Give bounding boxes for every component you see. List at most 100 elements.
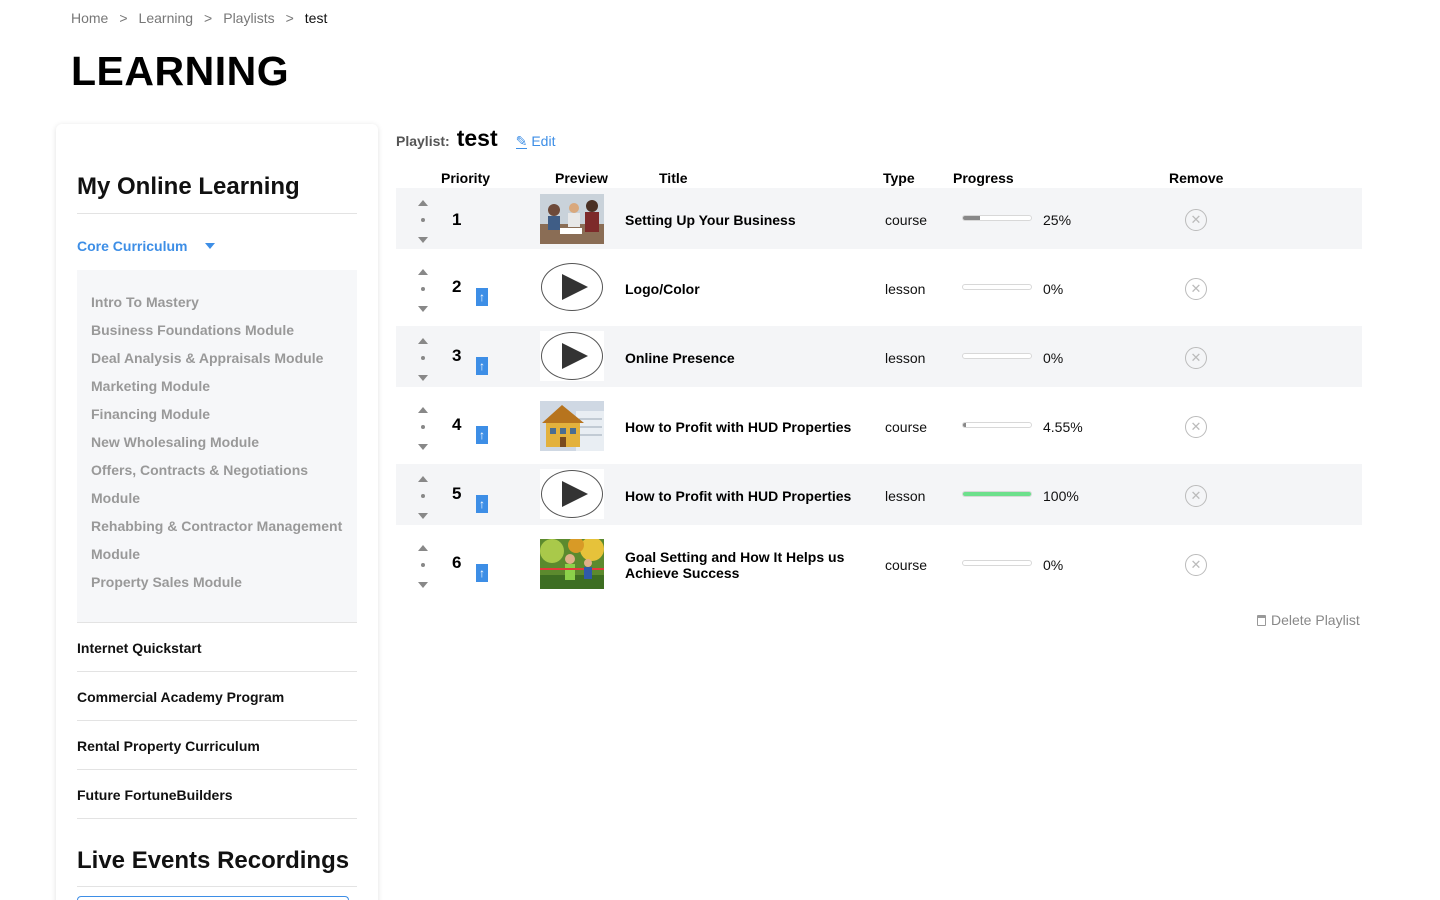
live-events-button[interactable] [77, 896, 349, 900]
module-link[interactable]: New Wholesaling Module [91, 428, 343, 456]
preview-thumbnail[interactable] [540, 539, 604, 589]
remove-item-button[interactable]: ✕ [1185, 485, 1207, 507]
remove-item-button[interactable]: ✕ [1185, 347, 1207, 369]
item-type: course [885, 419, 928, 435]
playlist-row: 5 ↑ How to Profit with HUD Properties le… [396, 464, 1362, 525]
move-down-icon[interactable] [418, 306, 428, 312]
breadcrumb: Home > Learning > Playlists > test [71, 10, 327, 26]
drag-handle-icon[interactable] [421, 494, 425, 498]
progress-fill [963, 492, 1031, 496]
module-link[interactable]: Rehabbing & Contractor Management [91, 512, 343, 540]
breadcrumb-separator: > [204, 10, 213, 26]
playlist-row: 3 ↑ Online Presence lesson 0% ✕ [396, 326, 1362, 387]
move-up-icon[interactable] [418, 338, 428, 344]
delete-playlist-button[interactable]: Delete Playlist [1257, 612, 1360, 628]
arrow-up-icon: ↑ [479, 497, 485, 511]
priority-number: 5 [452, 484, 462, 503]
module-link[interactable]: Deal Analysis & Appraisals Module [91, 344, 343, 372]
breadcrumb-separator: > [119, 10, 128, 26]
item-title[interactable]: How to Profit with HUD Properties [625, 419, 865, 435]
item-title[interactable]: How to Profit with HUD Properties [625, 488, 865, 504]
module-link[interactable]: Module [91, 484, 343, 512]
core-curriculum-label: Core Curriculum [77, 238, 188, 254]
move-to-top-button[interactable]: ↑ [476, 288, 488, 306]
move-to-top-button[interactable]: ↑ [476, 357, 488, 375]
divider [77, 213, 357, 214]
close-circle-icon: ✕ [1190, 488, 1202, 503]
drag-handle-icon[interactable] [421, 425, 425, 429]
sidebar-item-internet-quickstart[interactable]: Internet Quickstart [77, 640, 201, 656]
move-to-top-button[interactable]: ↑ [476, 495, 488, 513]
breadcrumb-learning[interactable]: Learning [139, 10, 194, 26]
move-up-icon[interactable] [418, 200, 428, 206]
module-link[interactable]: Offers, Contracts & Negotiations [91, 456, 343, 484]
module-link[interactable]: Module [91, 540, 343, 568]
move-to-top-button[interactable]: ↑ [476, 564, 488, 582]
progress-bar [962, 560, 1032, 566]
close-circle-icon: ✕ [1190, 350, 1202, 365]
sidebar-item-rental-property[interactable]: Rental Property Curriculum [77, 738, 260, 754]
module-link[interactable]: Financing Module [91, 400, 343, 428]
drag-handle-icon[interactable] [421, 563, 425, 567]
divider [77, 818, 357, 819]
breadcrumb-playlists[interactable]: Playlists [223, 10, 274, 26]
arrow-up-icon: ↑ [479, 359, 485, 373]
move-up-icon[interactable] [418, 545, 428, 551]
sidebar-heading-live-events: Live Events Recordings [77, 847, 350, 874]
move-down-icon[interactable] [418, 444, 428, 450]
item-title[interactable]: Online Presence [625, 350, 865, 366]
preview-thumbnail[interactable] [540, 194, 604, 244]
module-link[interactable]: Intro To Mastery [91, 288, 343, 316]
move-down-icon[interactable] [418, 375, 428, 381]
move-up-icon[interactable] [418, 269, 428, 275]
page-title: LEARNING [71, 48, 290, 94]
preview-thumbnail[interactable] [540, 469, 604, 519]
progress-percent: 0% [1043, 281, 1064, 297]
preview-thumbnail[interactable] [540, 262, 604, 312]
reorder-control [418, 476, 430, 520]
move-up-icon[interactable] [418, 476, 428, 482]
drag-handle-icon[interactable] [421, 356, 425, 360]
sidebar: My Online Learning Core Curriculum Intro… [56, 124, 378, 900]
breadcrumb-separator: > [285, 10, 294, 26]
move-down-icon[interactable] [418, 513, 428, 519]
move-down-icon[interactable] [418, 237, 428, 243]
column-header-type: Type [883, 170, 915, 186]
remove-item-button[interactable]: ✕ [1185, 416, 1207, 438]
item-title[interactable]: Goal Setting and How It Helps us Achieve… [625, 549, 865, 581]
playlist-row: 1 Setting Up Your Business course 25% ✕ [396, 188, 1362, 249]
progress-fill [963, 423, 967, 427]
module-link[interactable]: Business Foundations Module [91, 316, 343, 344]
column-header-progress: Progress [953, 170, 1014, 186]
divider [77, 769, 357, 770]
preview-thumbnail[interactable] [540, 401, 604, 451]
module-list: Intro To Mastery Business Foundations Mo… [77, 270, 357, 622]
column-header-title: Title [659, 170, 688, 186]
core-curriculum-toggle[interactable]: Core Curriculum [77, 238, 216, 254]
drag-handle-icon[interactable] [421, 218, 425, 222]
progress-percent: 100% [1043, 488, 1079, 504]
item-title[interactable]: Logo/Color [625, 281, 865, 297]
remove-item-button[interactable]: ✕ [1185, 278, 1207, 300]
edit-playlist-button[interactable]: ✎ Edit [515, 133, 555, 149]
module-link[interactable]: Property Sales Module [91, 568, 343, 596]
close-circle-icon: ✕ [1190, 212, 1202, 227]
progress-percent: 25% [1043, 212, 1072, 228]
play-icon [541, 470, 603, 518]
move-up-icon[interactable] [418, 407, 428, 413]
move-to-top-button[interactable]: ↑ [476, 426, 488, 444]
remove-item-button[interactable]: ✕ [1185, 554, 1207, 576]
sidebar-item-future-fortunebuilders[interactable]: Future FortuneBuilders [77, 787, 233, 803]
sidebar-item-commercial-academy[interactable]: Commercial Academy Program [77, 689, 284, 705]
module-link[interactable]: Marketing Module [91, 372, 343, 400]
arrow-up-icon: ↑ [479, 428, 485, 442]
progress-percent: 0% [1043, 350, 1064, 366]
item-title[interactable]: Setting Up Your Business [625, 212, 865, 228]
progress-fill [963, 216, 980, 220]
drag-handle-icon[interactable] [421, 287, 425, 291]
preview-thumbnail[interactable] [540, 331, 604, 381]
breadcrumb-home[interactable]: Home [71, 10, 108, 26]
remove-item-button[interactable]: ✕ [1185, 209, 1207, 231]
priority-number: 6 [452, 553, 462, 572]
move-down-icon[interactable] [418, 582, 428, 588]
